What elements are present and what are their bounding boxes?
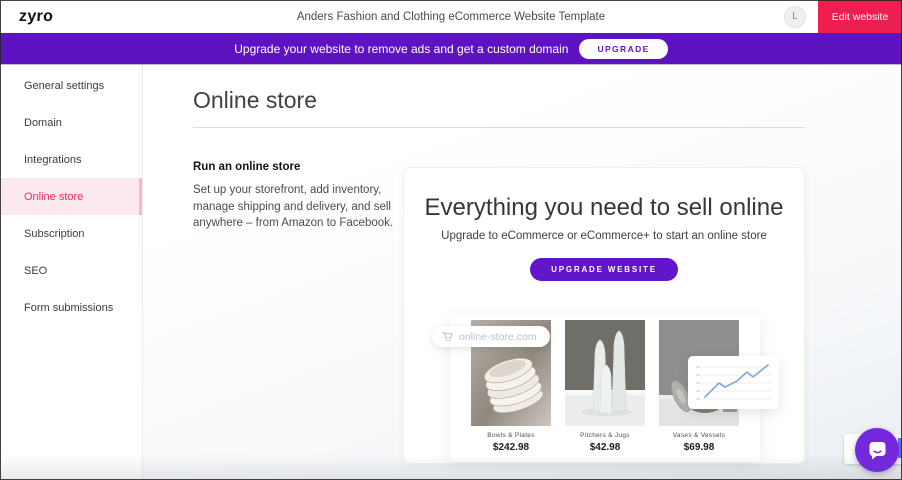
sidebar-item-domain[interactable]: Domain [0, 104, 142, 141]
sidebar-item-seo[interactable]: SEO [0, 252, 142, 289]
promo-subheading: Upgrade to eCommerce or eCommerce+ to st… [404, 230, 804, 242]
upgrade-banner-text: Upgrade your website to remove ads and g… [234, 42, 568, 56]
sidebar-item-integrations[interactable]: Integrations [0, 141, 142, 178]
main-content: Online store Run an online store Set up … [143, 64, 902, 480]
promo-heading: Everything you need to sell online [404, 194, 804, 222]
intro-description: Set up your storefront, add inventory, m… [193, 182, 411, 232]
line-chart-icon [688, 356, 779, 409]
upgrade-website-button[interactable]: UPGRADE WEBSITE [530, 258, 678, 281]
top-bar: zyro Anders Fashion and Clothing eCommer… [0, 0, 902, 33]
product-name: Pitchers & Jugs [580, 432, 630, 439]
site-template-title: Anders Fashion and Clothing eCommerce We… [0, 11, 902, 23]
upgrade-banner-button[interactable]: UPGRADE [579, 39, 667, 59]
upgrade-banner: Upgrade your website to remove ads and g… [0, 33, 902, 64]
product-image-pitchers [565, 320, 645, 426]
chat-bubble-icon [866, 439, 889, 462]
product-price: $69.98 [684, 442, 715, 453]
product-price: $242.98 [493, 442, 529, 453]
page-title: Online store [193, 87, 317, 114]
sidebar-item-form-submissions[interactable]: Form submissions [0, 289, 142, 326]
product-card-pitchers: Pitchers & Jugs $42.98 [562, 320, 648, 462]
online-store-intro: Run an online store Set up your storefro… [193, 161, 411, 232]
sidebar-item-subscription[interactable]: Subscription [0, 215, 142, 252]
domain-pill: online-store.com [432, 326, 550, 347]
sidebar-item-general-settings[interactable]: General settings [0, 67, 142, 104]
intro-heading: Run an online store [193, 161, 411, 173]
product-name: Vases & Vessels [673, 432, 725, 439]
title-divider [193, 127, 805, 128]
cart-icon [442, 331, 453, 342]
sales-chart-card [688, 356, 779, 409]
settings-sidebar: General settings Domain Integrations Onl… [0, 64, 143, 480]
chat-widget-button[interactable] [855, 428, 899, 472]
domain-pill-text: online-store.com [459, 331, 537, 343]
ecommerce-promo-card: Everything you need to sell online Upgra… [403, 167, 805, 464]
product-price: $42.98 [590, 442, 621, 453]
sidebar-item-online-store[interactable]: Online store [0, 178, 142, 215]
product-name: Bowls & Plates [487, 432, 535, 439]
